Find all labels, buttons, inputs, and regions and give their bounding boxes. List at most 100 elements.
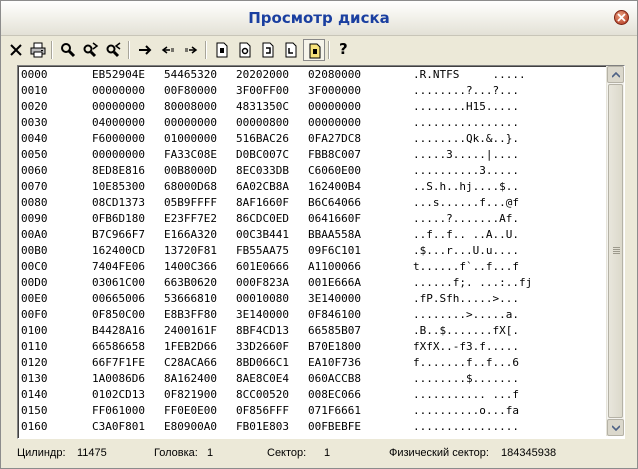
disk-viewer-window: Просмотр диска ? 0000 EB52904E 54465320 … <box>0 0 638 469</box>
hex-group-4: A1100066 <box>308 260 361 273</box>
hex-group-3: 00010080 <box>236 292 289 305</box>
hex-group-3: 6A02CB8A <box>236 180 289 193</box>
close-icon <box>617 13 626 22</box>
row-offset: 0160 <box>21 420 48 433</box>
ascii-text: ........>.....a. <box>413 308 519 321</box>
page-icon <box>285 42 297 58</box>
hex-group-4: 060ACCB8 <box>308 372 361 385</box>
scroll-up-button[interactable] <box>607 66 624 83</box>
scroll-down-button[interactable] <box>607 419 624 436</box>
row-offset: 00D0 <box>21 276 48 289</box>
ascii-text: f.......f..f...6 <box>413 356 519 369</box>
help-button[interactable]: ? <box>333 39 355 61</box>
ascii-text: ........$....... <box>413 372 519 385</box>
view-mode-4-button[interactable] <box>280 39 302 61</box>
hex-group-3: 33D2660F <box>236 340 289 353</box>
forward-button[interactable] <box>180 39 202 61</box>
toolbar-separator <box>328 41 330 59</box>
hex-group-3: 3F00FF00 <box>236 84 289 97</box>
page-icon <box>239 42 251 58</box>
close-file-button[interactable] <box>5 39 27 61</box>
cylinder-label: Цилиндр: <box>17 447 66 459</box>
hex-group-2: 8A162400 <box>164 372 217 385</box>
toolbar-separator <box>205 41 207 59</box>
title-bar[interactable]: Просмотр диска <box>1 1 637 36</box>
hex-group-2: 663B0620 <box>164 276 217 289</box>
view-mode-3-button[interactable] <box>257 39 279 61</box>
hex-group-1: 10E85300 <box>92 180 145 193</box>
ascii-text: ........Qk.&..}. <box>413 132 519 145</box>
row-offset: 0050 <box>21 148 48 161</box>
hex-group-3: 516BAC26 <box>236 132 289 145</box>
page-icon <box>216 42 228 58</box>
hex-view[interactable]: 0000 EB52904E 54465320 20202000 02080000 .R.N… <box>17 65 625 439</box>
hex-group-4: 02080000 <box>308 68 361 81</box>
row-offset: 0150 <box>21 404 48 417</box>
row-offset: 00A0 <box>21 228 48 241</box>
row-offset: 00B0 <box>21 244 48 257</box>
hex-group-4: 66585B07 <box>308 324 361 337</box>
hex-group-3: 8BF4CD13 <box>236 324 289 337</box>
row-offset: 00F0 <box>21 308 48 321</box>
view-mode-1-button[interactable] <box>211 39 233 61</box>
search-prev-button[interactable] <box>103 39 125 61</box>
hex-group-3: 8AE8C0E4 <box>236 372 289 385</box>
hex-group-1: 04000000 <box>92 116 145 129</box>
vertical-scrollbar[interactable] <box>606 66 624 436</box>
window-close-button[interactable] <box>614 10 629 25</box>
head-value: 1 <box>207 447 214 459</box>
hex-group-4: 3E140000 <box>308 292 361 305</box>
hex-group-2: 00000000 <box>164 116 217 129</box>
head-label: Головка: <box>154 447 198 459</box>
row-offset: 00C0 <box>21 260 48 273</box>
scroll-thumb[interactable] <box>608 84 623 418</box>
hex-group-2: 1FEB2D66 <box>164 340 217 353</box>
hex-group-2: FA33C08E <box>164 148 217 161</box>
view-mode-5-button[interactable] <box>303 39 325 61</box>
ascii-text: fXfX..-f3.f..... <box>413 340 519 353</box>
hex-group-4: 071F6661 <box>308 404 361 417</box>
hex-group-4: 3F000000 <box>308 84 361 97</box>
search-button[interactable] <box>57 39 79 61</box>
hex-group-3: 00C3B441 <box>236 228 289 241</box>
thumb-grip <box>613 253 620 254</box>
row-offset: 0020 <box>21 100 48 113</box>
hex-group-3: 4831350C <box>236 100 289 113</box>
arrow-back-icon <box>161 46 174 54</box>
hex-group-1: EB52904E <box>92 68 145 81</box>
hex-group-4: 09F6C101 <box>308 244 361 257</box>
hex-group-2: 80008000 <box>164 100 217 113</box>
toolbar-separator <box>51 41 53 59</box>
hex-group-3: 00000800 <box>236 116 289 129</box>
ascii-text: .....?.......Af. <box>413 212 519 225</box>
ascii-text: .B..$.......fX[. <box>413 324 519 337</box>
magnifier-next-icon <box>83 42 99 58</box>
thumb-grip <box>613 249 620 250</box>
view-mode-2-button[interactable] <box>234 39 256 61</box>
hex-group-4: 008EC066 <box>308 388 361 401</box>
hex-group-2: 00F80000 <box>164 84 217 97</box>
goto-button[interactable] <box>134 39 156 61</box>
row-offset: 0040 <box>21 132 48 145</box>
window-title: Просмотр диска <box>248 9 390 27</box>
x-icon <box>10 44 22 56</box>
hex-group-1: C3A0F801 <box>92 420 145 433</box>
row-offset: 0100 <box>21 324 48 337</box>
ascii-text: ..........o...fa <box>413 404 519 417</box>
hex-group-2: 54465320 <box>164 68 217 81</box>
printer-icon <box>30 42 46 58</box>
ascii-text: t......f`..f...f <box>413 260 519 273</box>
search-next-button[interactable] <box>80 39 102 61</box>
hex-group-1: 00665006 <box>92 292 145 305</box>
hex-group-3: FB01E803 <box>236 420 289 433</box>
ascii-text: ..........3..... <box>413 164 519 177</box>
back-button[interactable] <box>157 39 179 61</box>
hex-group-4: 00FBEBFE <box>308 420 361 433</box>
hex-group-4: 00000000 <box>308 116 361 129</box>
print-button[interactable] <box>27 39 49 61</box>
hex-group-1: 0102CD13 <box>92 388 145 401</box>
hex-group-4: EA10F736 <box>308 356 361 369</box>
hex-group-1: 00000000 <box>92 84 145 97</box>
hex-group-1: 7404FE06 <box>92 260 145 273</box>
ascii-text: .fP.Sfh.....>... <box>413 292 519 305</box>
